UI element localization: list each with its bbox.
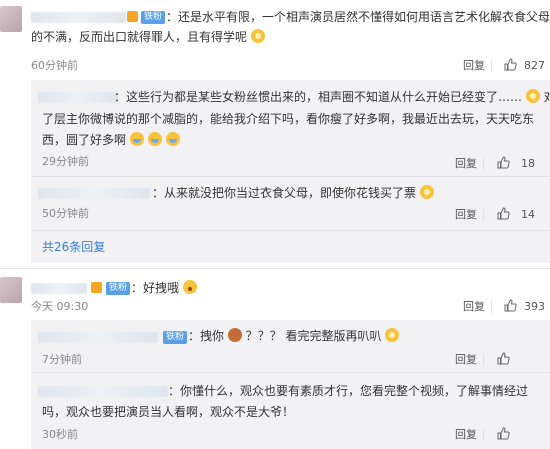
timestamp: 30秒前	[42, 428, 78, 441]
username-redacted[interactable]	[31, 12, 126, 23]
reply-text-continued: 了层主你微博说的那个减脂的，能给我介绍下吗，看你瘦了好多啊，我最近出去玩，天天吃…	[42, 112, 535, 126]
like-count: 393	[524, 300, 545, 313]
reply-button[interactable]: 回复	[455, 428, 477, 442]
thumbs-up-icon[interactable]	[504, 58, 517, 71]
emoji-icon	[419, 185, 434, 199]
reply-text: ：你懂什么，观众也要有素质才行，您看完整个视频，了解事情经过	[168, 384, 529, 398]
vip-icon	[127, 11, 138, 22]
comment-text-continued: 的不满，反而出口就得罪人，且有得学呢	[31, 28, 265, 47]
comment-text: ：还是水平有限，一个相声演员居然不懂得如何用语言艺术化解衣食父母	[166, 10, 550, 24]
fan-badge: 铁粉	[106, 282, 131, 295]
divider	[483, 158, 484, 170]
reply-separator	[31, 176, 550, 177]
reply-text: ：这些行为都是某些女粉丝惯出来的，相声圈不知道从什么开始已经变了…… 对	[114, 89, 550, 104]
crying-emoji-icon	[165, 132, 180, 146]
thumbs-up-icon[interactable]	[504, 299, 517, 312]
reply-text: ：从来就没把你当过衣食父母，即使你花钱买了票	[152, 184, 434, 203]
timestamp: 7分钟前	[42, 353, 82, 366]
thumbs-up-icon[interactable]	[497, 427, 510, 440]
reply-username-redacted[interactable]	[38, 92, 118, 103]
reply-button[interactable]: 回复	[463, 300, 485, 314]
reply-button[interactable]: 回复	[455, 353, 477, 367]
reply-username-redacted[interactable]	[38, 188, 150, 199]
timestamp: 今天 09:30	[31, 300, 89, 313]
comment-text: ：好拽哦	[131, 279, 197, 298]
reply-button[interactable]: 回复	[455, 157, 477, 171]
thumbs-up-icon[interactable]	[497, 156, 510, 169]
username-redacted[interactable]	[31, 283, 87, 294]
divider	[491, 60, 492, 72]
emoji-icon	[250, 29, 265, 43]
reply-button[interactable]: 回复	[463, 59, 485, 73]
more-replies-link[interactable]: 共26条回复	[42, 240, 105, 255]
avatar[interactable]	[0, 277, 22, 303]
reply-button[interactable]: 回复	[455, 208, 477, 222]
crying-emoji-icon	[147, 132, 162, 146]
timestamp: 29分钟前	[42, 155, 89, 168]
emoji-icon	[525, 89, 540, 103]
surprised-emoji-icon	[182, 280, 197, 294]
divider	[491, 301, 492, 313]
thumbs-up-icon[interactable]	[497, 207, 510, 220]
like-count: 827	[524, 59, 545, 72]
emoji-icon	[227, 328, 242, 342]
timestamp: 50分钟前	[42, 207, 89, 220]
thumbs-up-icon[interactable]	[497, 352, 510, 365]
fan-badge: 铁粉	[141, 11, 166, 24]
crying-emoji-icon	[129, 132, 144, 146]
reply-text: ：拽你 ？？？ 看完完整版再叭叭	[188, 327, 400, 346]
reply-text-continued: 吗，观众也要把演员当人看啊，观众不是大爷！	[42, 405, 295, 419]
avatar[interactable]	[0, 6, 22, 32]
like-count: 14	[521, 208, 535, 221]
reply-separator	[31, 372, 550, 373]
reply-username-redacted[interactable]	[38, 332, 158, 343]
reply-username-redacted[interactable]	[38, 386, 168, 397]
divider	[483, 209, 484, 221]
timestamp: 60分钟前	[31, 59, 78, 72]
divider	[483, 429, 484, 441]
divider	[483, 354, 484, 366]
emoji-icon	[385, 328, 400, 342]
reply-thread	[31, 80, 550, 263]
reply-separator	[31, 230, 550, 231]
fan-badge: 铁粉	[163, 331, 188, 344]
vip-icon	[91, 282, 102, 293]
like-count: 18	[521, 157, 535, 170]
reply-text-continued-2: 西，圆了好多啊	[42, 131, 180, 150]
comment-divider	[0, 268, 550, 269]
